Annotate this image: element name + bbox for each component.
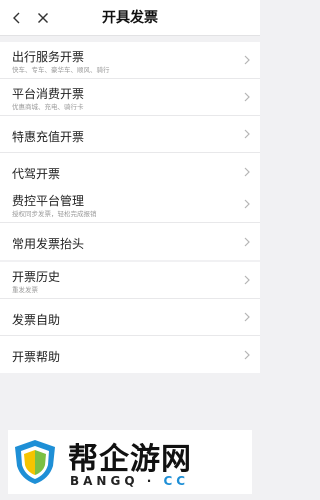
chevron-right-icon [244, 275, 250, 285]
watermark-domain-separator: · [138, 474, 164, 488]
menu-item-invoice-self-service[interactable]: 发票自助 [0, 299, 260, 336]
shield-logo-icon [15, 440, 55, 484]
chevron-right-icon [244, 312, 250, 322]
watermark-brand-text: 帮企游网 [68, 442, 192, 477]
menu-item-invoice-help[interactable]: 开票帮助 [0, 336, 260, 373]
menu-item-subtitle: 优惠商城、充电、骑行卡 [12, 103, 84, 111]
watermark-domain: BANGQ · CC [70, 474, 189, 488]
chevron-right-icon [244, 129, 250, 139]
menu-item-designated-driver-invoice[interactable]: 代驾开票 [0, 153, 260, 190]
menu-item-title: 开票历史 [12, 270, 61, 284]
menu-item-subtitle: 重发发票 [12, 286, 38, 294]
chevron-right-icon [244, 237, 250, 246]
menu-item-invoice-history[interactable]: 开票历史 重发发票 [0, 262, 260, 299]
history-help-group: 开票历史 重发发票 发票自助 开票帮助 [0, 262, 260, 373]
menu-item-invoice-headers[interactable]: 常用发票抬头 [0, 223, 260, 260]
invoice-types-group: 出行服务开票 快车、专车、豪华车、顺风、骑行 平台消费开票 优惠商城、充电、骑行… [0, 42, 260, 190]
watermark-banner: 帮企游网 BANGQ · CC [8, 430, 252, 494]
menu-item-travel-invoice[interactable]: 出行服务开票 快车、专车、豪华车、顺风、骑行 [0, 42, 260, 79]
chevron-right-icon [244, 350, 250, 359]
menu-item-recharge-invoice[interactable]: 特惠充值开票 [0, 116, 260, 153]
chevron-right-icon [244, 167, 250, 176]
watermark-domain-main: BANGQ [70, 474, 139, 488]
menu-item-title: 特惠充值开票 [12, 130, 85, 144]
watermark-domain-tld: CC [163, 474, 190, 488]
top-nav-bar: 开具发票 [0, 0, 260, 36]
menu-item-subtitle: 快车、专车、豪华车、顺风、骑行 [12, 66, 110, 74]
menu-item-title: 开票帮助 [12, 350, 61, 364]
menu-item-title: 费控平台管理 [12, 194, 85, 208]
menu-item-platform-invoice[interactable]: 平台消费开票 优惠商城、充电、骑行卡 [0, 79, 260, 116]
menu-item-title: 代驾开票 [12, 167, 61, 181]
chevron-right-icon [244, 199, 250, 209]
menu-item-title: 平台消费开票 [12, 87, 85, 101]
menu-item-subtitle: 授权同步发票，轻松完成报销 [12, 210, 97, 218]
menu-item-title: 常用发票抬头 [12, 237, 85, 251]
management-group: 费控平台管理 授权同步发票，轻松完成报销 常用发票抬头 [0, 186, 260, 260]
menu-item-expense-platform[interactable]: 费控平台管理 授权同步发票，轻松完成报销 [0, 186, 260, 223]
menu-item-title: 发票自助 [12, 313, 61, 327]
page-title: 开具发票 [102, 10, 158, 26]
menu-item-title: 出行服务开票 [12, 50, 85, 64]
chevron-right-icon [244, 55, 250, 65]
chevron-right-icon [244, 92, 250, 102]
